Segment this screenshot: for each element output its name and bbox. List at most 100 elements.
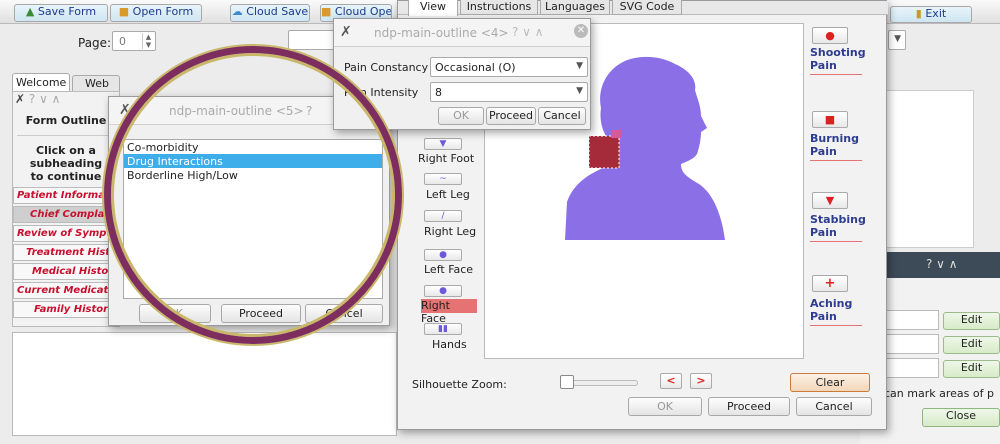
right-text-area — [886, 90, 974, 248]
body-part-right-leg-label: Right Leg — [424, 225, 477, 238]
edit-button-2[interactable]: Edit — [943, 336, 1000, 354]
body-part-right-face-label[interactable]: Right Face — [421, 299, 477, 325]
spinner-arrows-icon[interactable]: ▲ ▼ — [142, 33, 154, 49]
pain-constancy-select[interactable]: Occasional (O) ▼ — [430, 57, 588, 77]
chevron-down-icon: ▼ — [576, 86, 583, 96]
outline-item-medical-history[interactable]: Medical History — [13, 263, 119, 280]
tab-languages[interactable]: Languages — [540, 0, 610, 15]
pain-intensity-select[interactable]: 8 ▼ — [430, 82, 588, 102]
exit-button[interactable]: ▮ Exit — [890, 6, 972, 23]
close-button[interactable]: Close — [922, 408, 1000, 427]
list-item-selected[interactable]: Drug Interactions — [124, 154, 382, 168]
pain-constancy-label: Pain Constancy — [344, 61, 429, 74]
form-outline-hint: Click on a subheading to continue — [13, 144, 119, 183]
right-field-2[interactable] — [885, 334, 939, 354]
exit-label: Exit — [925, 7, 947, 20]
shooting-pain-icon[interactable]: ● — [812, 27, 848, 44]
outline-item-patient-information[interactable]: Patient Informat — [13, 187, 119, 204]
window-controls-icon[interactable]: ? ∨ ∧ — [926, 257, 958, 271]
list-item[interactable]: Co-morbidity — [124, 140, 382, 154]
folder-icon: ■ — [118, 5, 130, 18]
pain-mark[interactable] — [588, 135, 620, 169]
right-dropdown[interactable]: ▼ — [888, 30, 906, 50]
save-form-label: Save Form — [37, 5, 97, 18]
silhouette-proceed-button[interactable]: Proceed — [708, 397, 790, 416]
cloud-save-button[interactable]: ☁ Cloud Save — [230, 4, 310, 22]
burning-pain-label[interactable]: Burning Pain — [810, 132, 864, 161]
dialog5-listbox[interactable]: Co-morbidity Drug Interactions Borderlin… — [123, 139, 383, 299]
close-icon[interactable]: ✕ — [574, 24, 588, 38]
burning-pain-icon[interactable]: ■ — [812, 111, 848, 128]
tab-view-label: View — [419, 0, 447, 13]
dialog4-ok-label: OK — [453, 109, 469, 122]
app-logo-icon: ✗ — [340, 24, 352, 40]
outline-item-review-of-symptoms[interactable]: Review of Sympto — [13, 225, 119, 242]
body-part-right-foot-label: Right Foot — [418, 152, 475, 165]
dialog4-proceed-button[interactable]: Proceed — [486, 107, 536, 125]
hint-line-1: Click on a — [36, 144, 96, 157]
aching-pain-icon[interactable]: + — [812, 275, 848, 292]
dialog5-ok-label: OK — [167, 307, 183, 320]
app-logo-icon: ✗ — [15, 92, 26, 106]
tab-view[interactable]: View — [408, 0, 458, 16]
dialog5-cancel-button[interactable]: Cancel — [305, 304, 383, 323]
form-outline-panel: ✗ ? ∨ ∧ Form Outline Click on a subheadi… — [12, 91, 120, 327]
dialog5-ok-button[interactable]: OK — [139, 304, 211, 323]
right-note-text: can mark areas of p — [884, 387, 994, 400]
stabbing-pain-underline — [810, 241, 862, 242]
body-part-right-leg-icon[interactable]: / — [424, 210, 462, 222]
dialog4-cancel-button[interactable]: Cancel — [538, 107, 586, 125]
tab-svg-code[interactable]: SVG Code — [612, 0, 682, 15]
body-part-left-face-icon[interactable]: ● — [424, 249, 462, 261]
silhouette-cancel-button[interactable]: Cancel — [796, 397, 872, 416]
aching-pain-label[interactable]: Aching Pain — [810, 297, 864, 326]
zoom-in-icon[interactable]: > — [690, 373, 712, 389]
body-part-hands-icon[interactable]: ▮▮ — [424, 323, 462, 335]
page-label: Page: — [78, 36, 112, 50]
body-part-left-leg-icon[interactable]: ~ — [424, 173, 462, 185]
tab-web[interactable]: Web — [72, 75, 120, 91]
dialog5-proceed-button[interactable]: Proceed — [221, 304, 301, 323]
clear-button[interactable]: Clear — [790, 373, 870, 392]
stabbing-pain-icon[interactable]: ▼ — [812, 192, 848, 209]
window-controls-icon[interactable]: ? ∨ ∧ — [29, 92, 61, 106]
zoom-out-icon[interactable]: < — [660, 373, 682, 389]
shooting-pain-label[interactable]: Shooting Pain — [810, 46, 874, 75]
page-spinner[interactable]: 0 ▲ ▼ — [112, 31, 156, 51]
dialog4-proceed-label: Proceed — [488, 109, 534, 122]
dialog-outline-5: ✗ ndp-main-outline <5> ? Co-morbidity Dr… — [108, 96, 390, 326]
edit-button-3[interactable]: Edit — [943, 360, 1000, 378]
burning-pain-underline — [810, 160, 862, 161]
edit-button-1[interactable]: Edit — [943, 312, 1000, 330]
help-icon[interactable]: ? — [306, 104, 312, 118]
outline-item-family-history[interactable]: Family History — [13, 301, 119, 318]
pain-mark-handle[interactable] — [611, 130, 621, 138]
right-field-3[interactable] — [885, 358, 939, 378]
silhouette-ok-button[interactable]: OK — [628, 397, 702, 416]
stabbing-pain-label[interactable]: Stabbing Pain — [810, 213, 866, 242]
clear-label: Clear — [815, 376, 845, 389]
exit-icon: ▮ — [915, 7, 922, 20]
right-field-1[interactable] — [885, 310, 939, 330]
tab-instructions[interactable]: Instructions — [460, 0, 538, 15]
save-form-button[interactable]: ▲ Save Form — [14, 4, 108, 22]
form-outline-divider — [17, 135, 115, 136]
tab-svg-code-label: SVG Code — [619, 0, 675, 13]
shooting-pain-text: Shooting Pain — [810, 46, 866, 72]
list-item[interactable]: Borderline High/Low — [124, 168, 382, 182]
zoom-slider-handle[interactable] — [560, 375, 574, 389]
outline-item-current-medications[interactable]: Current Medicatio — [13, 282, 119, 299]
window-controls-icon[interactable]: ? ∨ ∧ — [512, 25, 544, 39]
open-form-button[interactable]: ■ Open Form — [110, 4, 202, 22]
outline-item-chief-complaint[interactable]: Chief Complain — [13, 206, 119, 223]
dialog4-ok-button[interactable]: OK — [438, 107, 484, 125]
chevron-down-icon: ▼ — [576, 61, 583, 71]
tab-welcome-label: Welcome — [16, 76, 67, 89]
tab-languages-label: Languages — [544, 0, 606, 13]
top-dropdown[interactable] — [288, 30, 336, 50]
outline-item-treatment-history[interactable]: Treatment Histo — [13, 244, 119, 261]
tab-welcome[interactable]: Welcome — [12, 73, 70, 91]
body-part-right-foot-icon[interactable]: ▼ — [424, 138, 462, 150]
edit-label-3: Edit — [960, 361, 983, 374]
body-part-right-face-icon[interactable]: ● — [424, 285, 462, 297]
